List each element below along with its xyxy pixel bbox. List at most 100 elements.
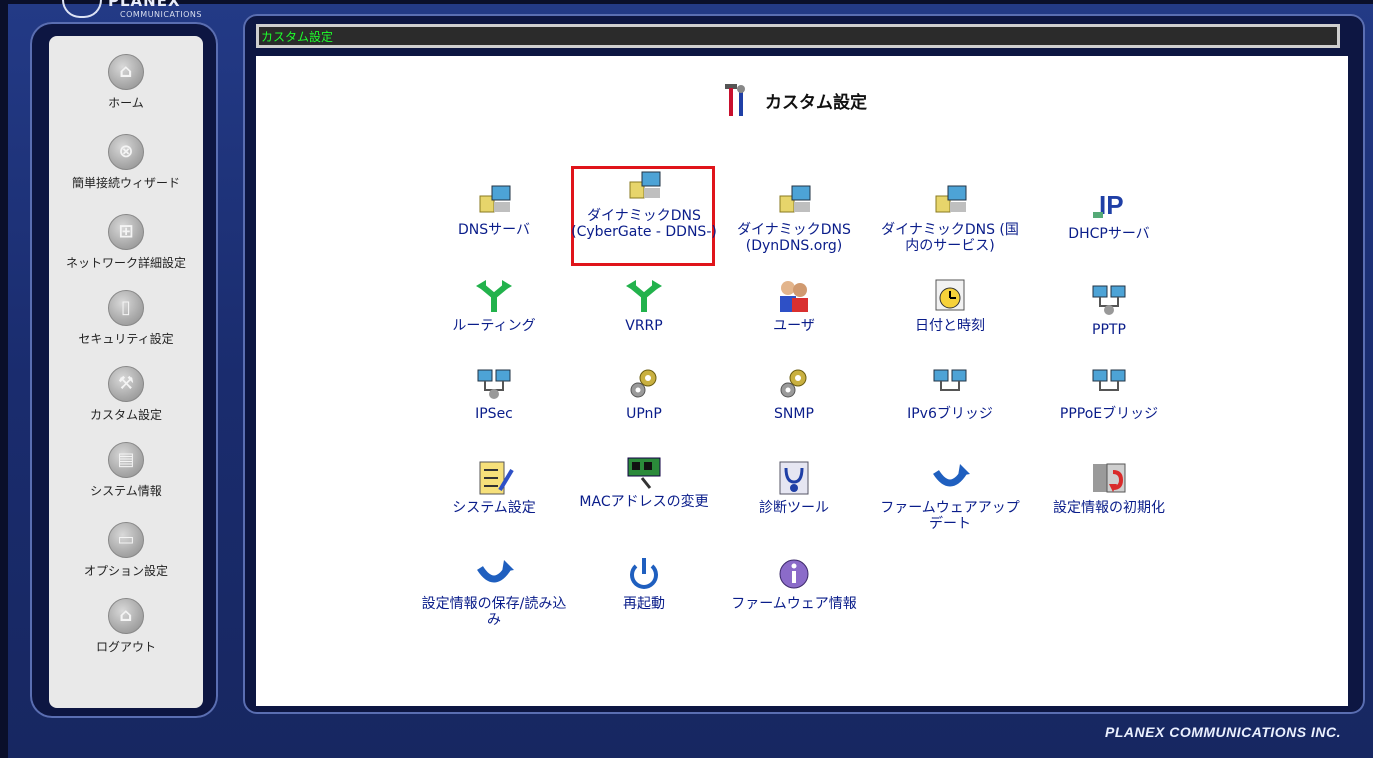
server-computer-icon	[779, 185, 811, 213]
item-vrrp[interactable]: VRRP	[569, 278, 719, 334]
sidebar-item-system-info[interactable]: ▤ システム情報	[49, 442, 203, 499]
item-label: システム設定	[452, 500, 536, 516]
item-user[interactable]: ユーザ	[719, 278, 869, 334]
network-pc-icon	[1092, 369, 1126, 391]
item-label: 日付と時刻	[915, 318, 985, 334]
reset-icon	[1093, 463, 1126, 493]
item-save-load-settings[interactable]: 設定情報の保存/読み込み	[419, 556, 569, 628]
item-firmware-update[interactable]: ファームウェアアップデート	[875, 460, 1025, 532]
item-label: 診断ツール	[759, 500, 829, 516]
sidebar-item-custom[interactable]: ⚒ カスタム設定	[49, 366, 203, 423]
sidebar-item-label: セキュリティ設定	[78, 332, 174, 346]
sidebar: ⌂ ホーム ⊗ 簡単接続ウィザード ⊞ ネットワーク詳細設定 ▯ セキュリティ設…	[49, 36, 203, 708]
sidebar-item-security[interactable]: ▯ セキュリティ設定	[49, 290, 203, 347]
item-ipv6-bridge[interactable]: IPv6ブリッジ	[875, 366, 1025, 422]
home-icon: ⌂	[108, 54, 144, 90]
users-icon	[780, 281, 808, 312]
network-icon: ⊞	[108, 214, 144, 250]
sidebar-item-label: ホーム	[108, 96, 144, 110]
item-pptp[interactable]: PPTP	[1034, 282, 1184, 338]
item-ipsec[interactable]: IPSec	[419, 366, 569, 422]
item-label: PPTP	[1092, 322, 1126, 338]
title-bar-text: カスタム設定	[261, 30, 334, 44]
item-system-settings[interactable]: システム設定	[419, 460, 569, 516]
sidebar-item-logout[interactable]: ⌂ ログアウト	[49, 598, 203, 655]
item-label: 再起動	[623, 596, 665, 612]
checklist-icon	[479, 461, 514, 495]
sidebar-item-network[interactable]: ⊞ ネットワーク詳細設定	[49, 214, 203, 271]
item-dyndns-domestic[interactable]: ダイナミックDNS (国内のサービス)	[875, 182, 1025, 254]
item-factory-reset[interactable]: 設定情報の初期化	[1034, 460, 1184, 516]
item-label: ダイナミックDNS (DynDNS.org)	[737, 222, 851, 254]
sidebar-item-label: ネットワーク詳細設定	[65, 256, 186, 270]
item-reboot[interactable]: 再起動	[569, 556, 719, 612]
network-pc-icon	[933, 369, 967, 391]
logo-mark-icon	[62, 0, 102, 18]
option-icon: ▭	[108, 522, 144, 558]
refresh-arrow-icon	[933, 464, 970, 487]
tools-icon: ⚒	[108, 366, 144, 402]
power-icon	[630, 558, 658, 589]
page-title: カスタム設定	[765, 93, 867, 113]
item-label: VRRP	[625, 318, 663, 334]
stethoscope-icon	[779, 461, 809, 495]
info-sheet-icon: ▤	[108, 442, 144, 478]
refresh-arrow-icon	[477, 560, 514, 583]
item-date-time[interactable]: 日付と時刻	[875, 278, 1025, 334]
item-label: 設定情報の保存/読み込み	[421, 596, 567, 628]
item-label: MACアドレスの変更	[579, 494, 709, 510]
item-label: UPnP	[626, 406, 662, 422]
server-computer-icon	[629, 171, 661, 199]
network-pc-icon	[1092, 285, 1126, 315]
item-label: DHCPサーバ	[1068, 226, 1150, 242]
title-bar: カスタム設定	[256, 24, 1340, 48]
item-label: PPPoEブリッジ	[1059, 406, 1159, 422]
sidebar-item-label: システム情報	[90, 484, 162, 498]
item-mac-address[interactable]: MACアドレスの変更	[569, 454, 719, 510]
routing-arrow-icon	[626, 280, 662, 312]
item-label: ルーティング	[452, 318, 536, 334]
item-label: ファームウェアアップデート	[880, 500, 1020, 532]
gears-icon	[780, 369, 807, 398]
main-panel: カスタム設定 DNSサーバ ダイナミックDNS (CyberGate - DDN…	[256, 56, 1348, 706]
item-label: 設定情報の初期化	[1053, 500, 1165, 516]
network-pc-icon	[477, 369, 511, 399]
tools-icon	[725, 84, 745, 116]
nic-card-icon	[627, 457, 661, 489]
sidebar-item-option[interactable]: ▭ オプション設定	[49, 522, 203, 579]
item-upnp[interactable]: UPnP	[569, 366, 719, 422]
item-dhcp-server[interactable]: IP DHCPサーバ	[1034, 186, 1184, 242]
sidebar-item-label: カスタム設定	[89, 408, 162, 422]
item-dyndns-org[interactable]: ダイナミックDNS (DynDNS.org)	[719, 182, 869, 254]
server-computer-icon	[935, 185, 967, 213]
logo-sub: COMMUNICATIONS	[120, 10, 202, 19]
sidebar-item-label: ログアウト	[95, 640, 156, 654]
item-label: IPv6ブリッジ	[907, 406, 993, 422]
calendar-clock-icon	[935, 279, 965, 311]
item-diagnostic-tool[interactable]: 診断ツール	[719, 460, 869, 516]
item-dyndns-cybergate[interactable]: ダイナミックDNS (CyberGate - DDNS-)	[569, 168, 719, 240]
item-label: IPSec	[475, 406, 513, 422]
item-label: ユーザ	[773, 318, 815, 334]
item-routing[interactable]: ルーティング	[419, 278, 569, 334]
wizard-icon: ⊗	[108, 134, 144, 170]
item-label: DNSサーバ	[458, 222, 530, 238]
sidebar-item-wizard[interactable]: ⊗ 簡単接続ウィザード	[49, 134, 203, 191]
item-label: ダイナミックDNS (国内のサービス)	[881, 222, 1019, 254]
sidebar-item-label: オプション設定	[83, 564, 168, 578]
item-pppoe-bridge[interactable]: PPPoEブリッジ	[1034, 366, 1184, 422]
item-label: ファームウェア情報	[731, 596, 857, 612]
logo-name: PLANEX	[108, 0, 181, 10]
item-snmp[interactable]: SNMP	[719, 366, 869, 422]
item-label: ダイナミックDNS (CyberGate - DDNS-)	[571, 208, 717, 240]
info-icon	[779, 559, 809, 589]
item-label: SNMP	[774, 406, 814, 422]
routing-arrow-icon	[476, 280, 512, 312]
frame-edge-left	[0, 0, 8, 758]
lock-icon: ▯	[108, 290, 144, 326]
gears-icon	[630, 369, 657, 398]
item-dns-server[interactable]: DNSサーバ	[419, 182, 569, 238]
server-computer-icon	[479, 185, 511, 213]
sidebar-item-home[interactable]: ⌂ ホーム	[49, 54, 203, 111]
item-firmware-info[interactable]: ファームウェア情報	[719, 556, 869, 612]
